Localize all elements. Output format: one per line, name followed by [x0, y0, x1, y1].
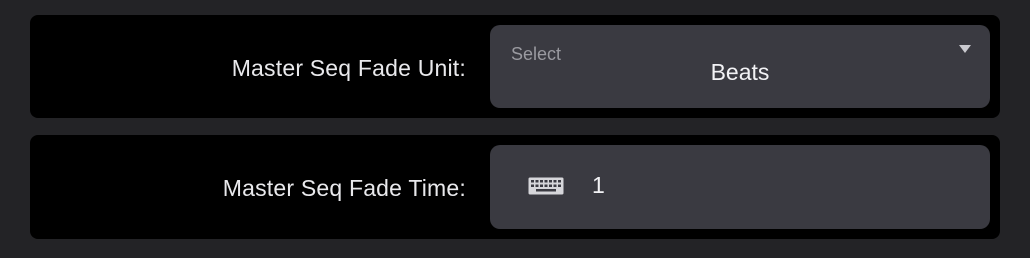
- fade-unit-select[interactable]: Select Beats: [490, 25, 990, 108]
- fade-time-input[interactable]: 1: [490, 145, 990, 229]
- fade-time-value: 1: [592, 172, 605, 198]
- caret-down-icon[interactable]: [959, 45, 971, 53]
- fade-time-label: Master Seq Fade Time:: [222, 175, 466, 201]
- fade-unit-label: Master Seq Fade Unit:: [231, 55, 466, 81]
- keyboard-icon: [528, 177, 564, 195]
- fade-unit-value: Beats: [710, 59, 770, 85]
